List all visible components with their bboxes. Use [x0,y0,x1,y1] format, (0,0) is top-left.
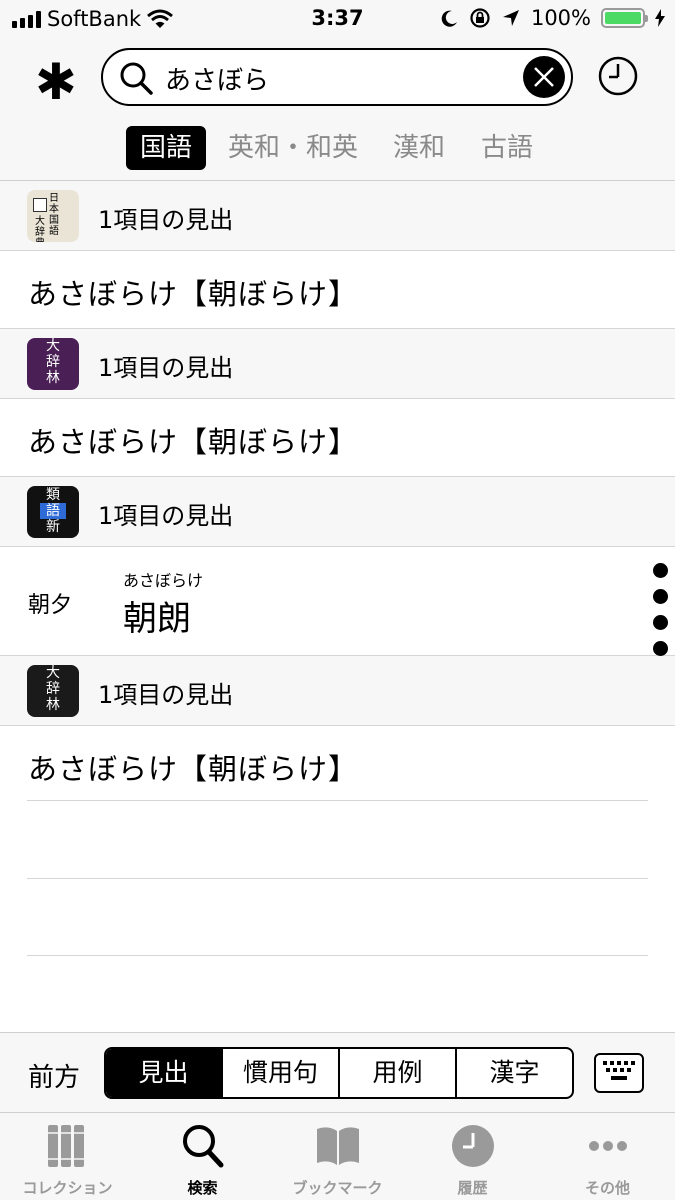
bottom-tab-bar: コレクション 検索 ブックマーク 履歴 その他 [0,1112,675,1200]
section-title: 1項目の見出 [98,354,234,382]
history-clock-icon[interactable] [598,56,638,96]
tab-bookmark[interactable]: ブックマーク [270,1113,405,1200]
ruigo-shin-icon: 類 語 新 [27,486,79,538]
section-header[interactable]: 日本国語 大辞典 1項目の見出 [0,181,675,251]
divider [27,878,648,879]
scope-yourei[interactable]: 用例 [340,1049,457,1097]
tab-kokugo[interactable]: 国語 [126,126,206,170]
divider [27,800,648,801]
location-icon [502,10,519,26]
section-header[interactable]: 大 辞 林 1項目の見出 [0,329,675,399]
tab-search[interactable]: 検索 [135,1113,270,1200]
entry-ruby: あさぼらけ [123,571,204,590]
search-scope-segmented-control: 見出 慣用句 用例 漢字 [104,1047,574,1099]
entry-category-label: 朝夕 [28,593,73,618]
status-bar: SoftBank 3:37 100% [0,0,675,38]
close-icon [534,67,554,87]
more-dots-icon[interactable] [653,563,669,667]
search-query[interactable]: あさぼら [165,60,269,97]
open-book-icon [317,1127,359,1165]
section-title: 1項目の見出 [98,681,234,709]
moon-icon [441,10,457,27]
divider [27,955,648,956]
scope-kanji[interactable]: 漢字 [457,1049,572,1097]
list-item[interactable]: あさぼらけ【朝ぼらけ】 [0,251,675,329]
entry-headword: あさぼらけ【朝ぼらけ】 [28,752,359,786]
tab-kogo[interactable]: 古語 [474,126,540,170]
daijirin-purple-icon: 大 辞 林 [27,338,79,390]
match-mode-label[interactable]: 前方 [28,1057,80,1094]
tab-history[interactable]: 履歴 [405,1113,540,1200]
asterisk-button[interactable]: ✱ [30,56,82,108]
clock-icon [452,1125,494,1167]
books-icon [48,1125,84,1167]
section-header[interactable]: 類 語 新 1項目の見出 [0,477,675,547]
nihon-kokugo-daijiten-icon: 日本国語 大辞典 [27,190,79,242]
tab-more[interactable]: その他 [540,1113,675,1200]
search-icon [183,1125,224,1168]
clear-search-button[interactable] [523,56,565,98]
list-item[interactable]: あさぼらけ【朝ぼらけ】 [0,726,675,804]
search-icon [120,62,153,95]
search-input[interactable]: あさぼら [101,48,573,106]
tab-eiwa-waei[interactable]: 英和・和英 [222,126,364,170]
section-header[interactable]: 大 辞 林 1項目の見出 [0,656,675,726]
list-item[interactable]: あさぼらけ【朝ぼらけ】 [0,399,675,477]
entry-headword: あさぼらけ【朝ぼらけ】 [28,425,359,459]
battery-percent: 100% [530,6,591,30]
rotation-lock-icon [470,8,490,28]
section-title: 1項目の見出 [98,206,234,234]
keyboard-icon [603,1061,635,1080]
charging-bolt-icon [655,9,665,27]
scope-kanyouku[interactable]: 慣用句 [223,1049,340,1097]
more-icon [589,1141,627,1151]
entry-word: 朝朗 [123,599,191,639]
tab-kanwa[interactable]: 漢和 [386,126,452,170]
list-item[interactable]: 朝夕 あさぼらけ 朝朗 [0,547,675,656]
scope-midashi[interactable]: 見出 [106,1049,223,1097]
search-mode-bar: 前方 見出 慣用句 用例 漢字 [0,1032,675,1112]
section-title: 1項目の見出 [98,502,234,530]
tab-collection[interactable]: コレクション [0,1113,135,1200]
dictionary-tabs: 国語 英和・和英 漢和 古語 [0,126,675,170]
battery-icon [601,8,648,28]
daijirin-black-icon: 大 辞 林 [27,665,79,717]
entry-headword: あさぼらけ【朝ぼらけ】 [28,277,359,311]
keyboard-button[interactable] [594,1053,644,1093]
search-header: ✱ あさぼら 国語 英和・和英 漢和 古語 [0,38,675,181]
